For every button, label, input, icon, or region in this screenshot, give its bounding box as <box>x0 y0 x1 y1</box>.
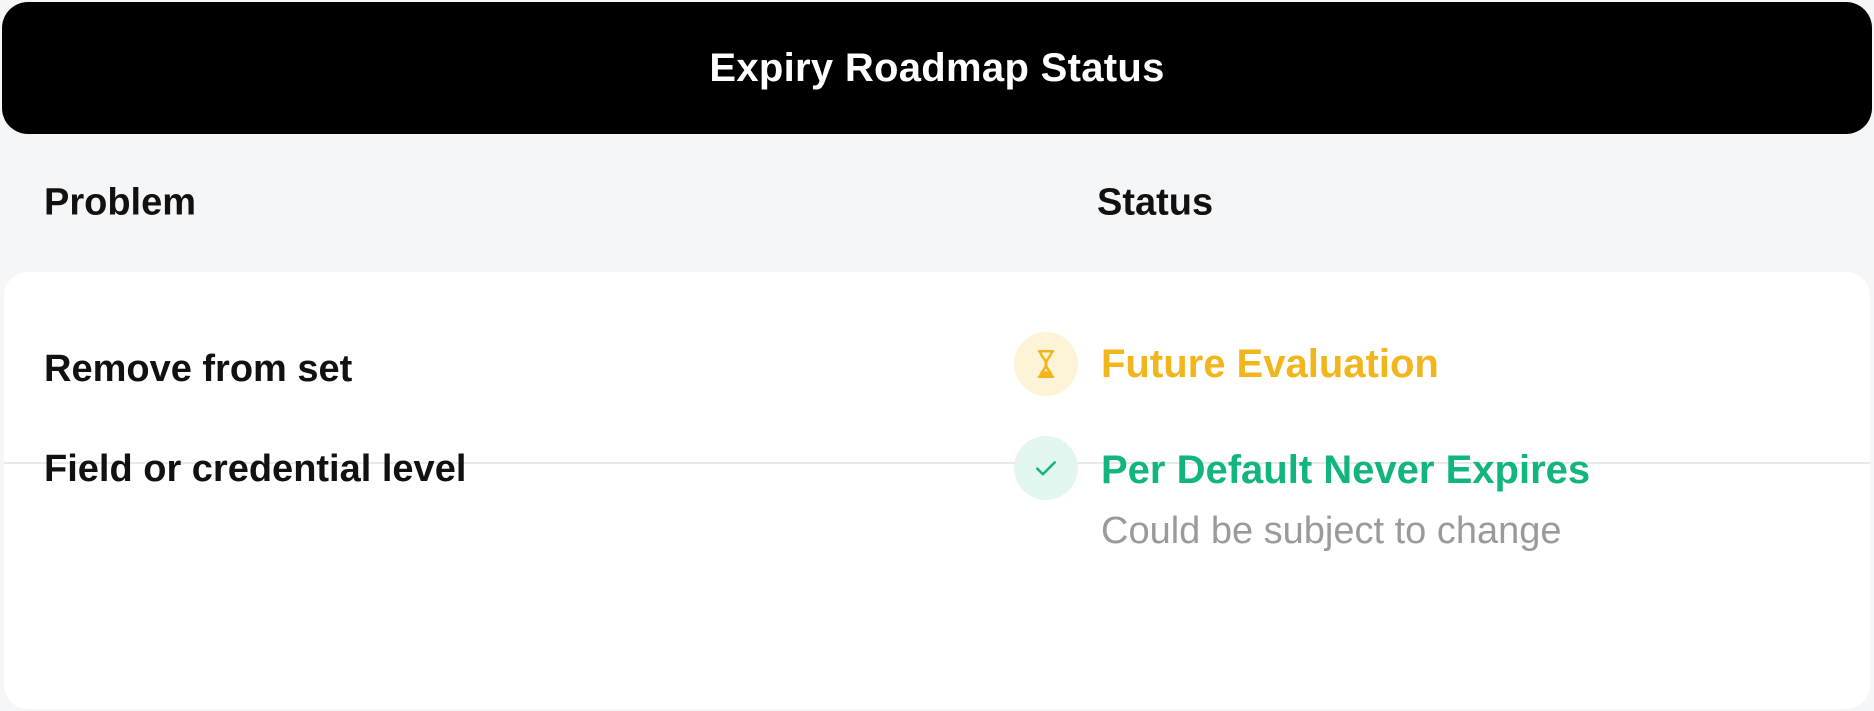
expiry-roadmap-card: Expiry Roadmap Status Problem Status Rem… <box>0 0 1874 711</box>
title-bar: Expiry Roadmap Status <box>2 2 1872 134</box>
table-body: Remove from set Future Evaluation Field … <box>4 272 1870 709</box>
table-row: Field or credential level Per Default Ne… <box>4 272 1870 709</box>
status-note: Could be subject to change <box>1101 510 1562 552</box>
check-icon <box>1014 436 1078 500</box>
table-header: Problem Status <box>0 134 1874 272</box>
column-header-problem: Problem <box>44 181 197 224</box>
page-title: Expiry Roadmap Status <box>709 45 1165 90</box>
status-label-per-default-never-expires: Per Default Never Expires <box>1101 448 1591 492</box>
column-header-status: Status <box>1097 181 1214 224</box>
problem-cell: Field or credential level <box>44 448 467 490</box>
